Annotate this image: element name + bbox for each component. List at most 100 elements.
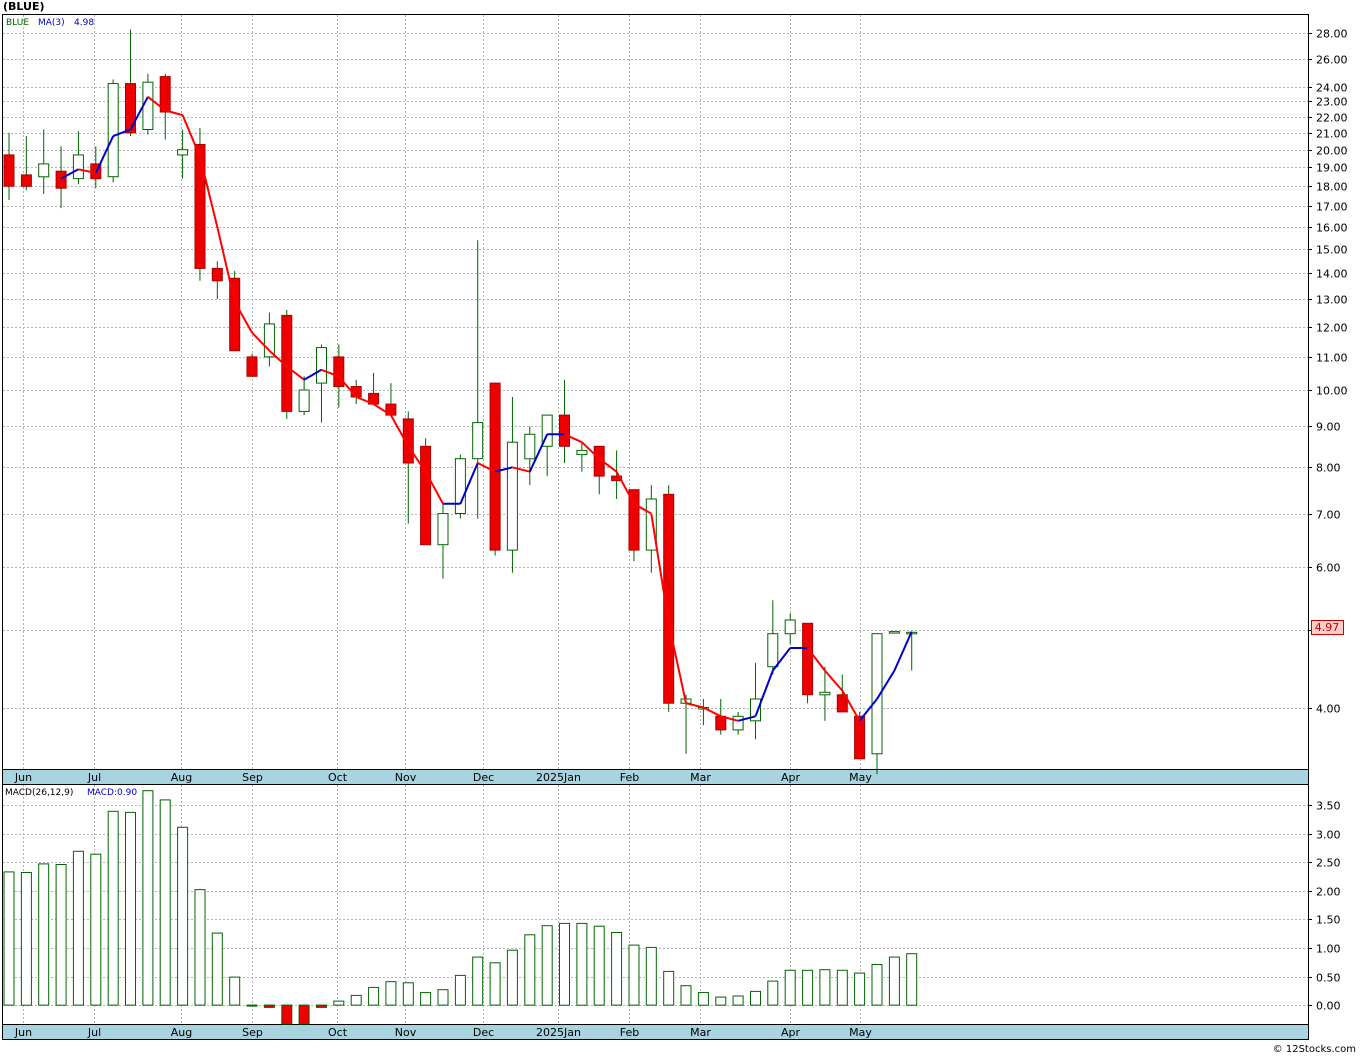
macd-y-ticks: 0.00 0.50 1.00 1.50 2.00 2.50 3.00 3.50 [1308, 800, 1341, 1013]
macd-bar [55, 864, 67, 1006]
candle-up [784, 619, 796, 635]
price-x-tick-label: Oct [328, 771, 348, 784]
macd-bar [437, 989, 449, 1006]
price-y-tick-label: 15.00 [1316, 244, 1348, 257]
macd-bar [454, 974, 466, 1006]
candle-up [506, 441, 518, 551]
candle-down [125, 83, 136, 134]
candle-up [316, 347, 327, 384]
macd-bar [663, 970, 675, 1006]
candle-up [107, 83, 119, 178]
price-y-tick-label: 10.00 [1316, 385, 1348, 398]
macd-y-tick-label: 1.50 [1316, 914, 1341, 927]
macd-bar [142, 790, 154, 1006]
legend-ma: MA(3) [38, 18, 65, 28]
macd-x-tick-label: Nov [395, 1026, 417, 1039]
legend-ma-value: 4.98 [74, 18, 94, 28]
candle-down [20, 174, 32, 187]
candle-up [472, 422, 484, 460]
price-y-tick-label: 22.00 [1316, 112, 1348, 125]
macd-bar [20, 872, 32, 1006]
macd-bar [38, 863, 50, 1006]
macd-bar [802, 969, 814, 1006]
candle-down [854, 715, 866, 760]
macd-bar [194, 889, 206, 1006]
macd-x-tick-label: Jul [87, 1026, 101, 1039]
price-x-tick-label: Nov [395, 771, 417, 784]
macd-x-tick-label: Jun [14, 1026, 32, 1039]
macd-bar [541, 925, 553, 1006]
candle-down [802, 622, 814, 696]
macd-bar [854, 972, 866, 1006]
macd-bar [697, 992, 709, 1006]
macd-bar [368, 986, 380, 1006]
candle-up [437, 513, 449, 546]
macd-bar [611, 932, 623, 1006]
macd-bar [72, 850, 84, 1006]
macd-x-tick-label: May [849, 1026, 872, 1039]
candle-up [576, 449, 588, 456]
candle-down [715, 715, 727, 731]
price-y-tick-label: 18.00 [1316, 181, 1348, 194]
candle-up [177, 149, 189, 156]
candle-up [888, 631, 900, 634]
macd-x-tick-label: Mar [690, 1026, 711, 1039]
macd-bar [628, 944, 640, 1006]
macd-bar [333, 1000, 345, 1006]
macd-bar [316, 1004, 327, 1008]
candle-down [3, 154, 15, 187]
price-x-tick-label: Sep [242, 771, 263, 784]
macd-bar [680, 985, 692, 1006]
price-y-tick-label: 17.00 [1316, 201, 1348, 214]
macd-label: MACD(26,12,9) [5, 788, 73, 798]
candle-up [645, 498, 657, 551]
candle-up [524, 433, 536, 460]
macd-bar [90, 853, 102, 1006]
price-y-tick-label: 9.00 [1316, 421, 1341, 434]
candle-down [211, 267, 223, 282]
candle-up [767, 633, 779, 668]
candle-down [559, 414, 570, 447]
price-x-tick-label: Apr [781, 771, 801, 784]
macd-bar [593, 925, 605, 1006]
macd-x-tick-label: Dec [473, 1026, 494, 1039]
candle-up [298, 389, 310, 412]
macd-bar [350, 994, 362, 1006]
macd-date-band [2, 1024, 1309, 1040]
price-y-tick-label: 16.00 [1316, 222, 1348, 235]
macd-x-tick-label: Sep [242, 1026, 263, 1039]
candle-up [819, 691, 831, 696]
candle-down [246, 356, 258, 377]
candle-down [194, 144, 206, 269]
price-y-tick-label: 12.00 [1316, 322, 1348, 335]
macd-y-tick-label: 3.00 [1316, 829, 1341, 842]
macd-bar [524, 934, 536, 1006]
price-x-tick-label: Jul [87, 771, 101, 784]
macd-bar [715, 996, 727, 1006]
price-x-tick-label: Aug [171, 771, 192, 784]
macd-bar [784, 969, 796, 1006]
macd-bar [888, 956, 900, 1006]
macd-bar [645, 946, 657, 1006]
price-y-tick-label: 20.00 [1316, 145, 1348, 158]
price-x-tick-label: Feb [620, 771, 639, 784]
macd-bar [177, 826, 189, 1006]
price-y-tick-label: 19.00 [1316, 162, 1348, 175]
macd-bar [107, 810, 119, 1006]
watermark: © 12Stocks.com [1273, 1044, 1356, 1055]
macd-y-tick-label: 2.50 [1316, 857, 1341, 870]
price-x-tick-label: Dec [473, 771, 494, 784]
macd-bar [263, 1004, 275, 1008]
macd-bar [420, 992, 432, 1006]
price-x-tick-label: 2025Jan [536, 771, 581, 784]
price-y-tick-label: 4.00 [1316, 703, 1341, 716]
stock-chart: Jun Jul Aug Sep Oct Nov Dec 2025Jan Feb Mar Apr May… [2, 0, 1356, 1055]
candle-up [38, 163, 50, 178]
macd-y-tick-label: 0.00 [1316, 1000, 1341, 1013]
macd-y-tick-label: 0.50 [1316, 972, 1341, 985]
price-y-tick-label: 28.00 [1316, 28, 1348, 41]
macd-x-tick-label: 2025Jan [536, 1026, 581, 1039]
price-y-tick-label: 14.00 [1316, 268, 1348, 281]
macd-bar [576, 922, 588, 1006]
price-x-tick-label: Mar [690, 771, 711, 784]
